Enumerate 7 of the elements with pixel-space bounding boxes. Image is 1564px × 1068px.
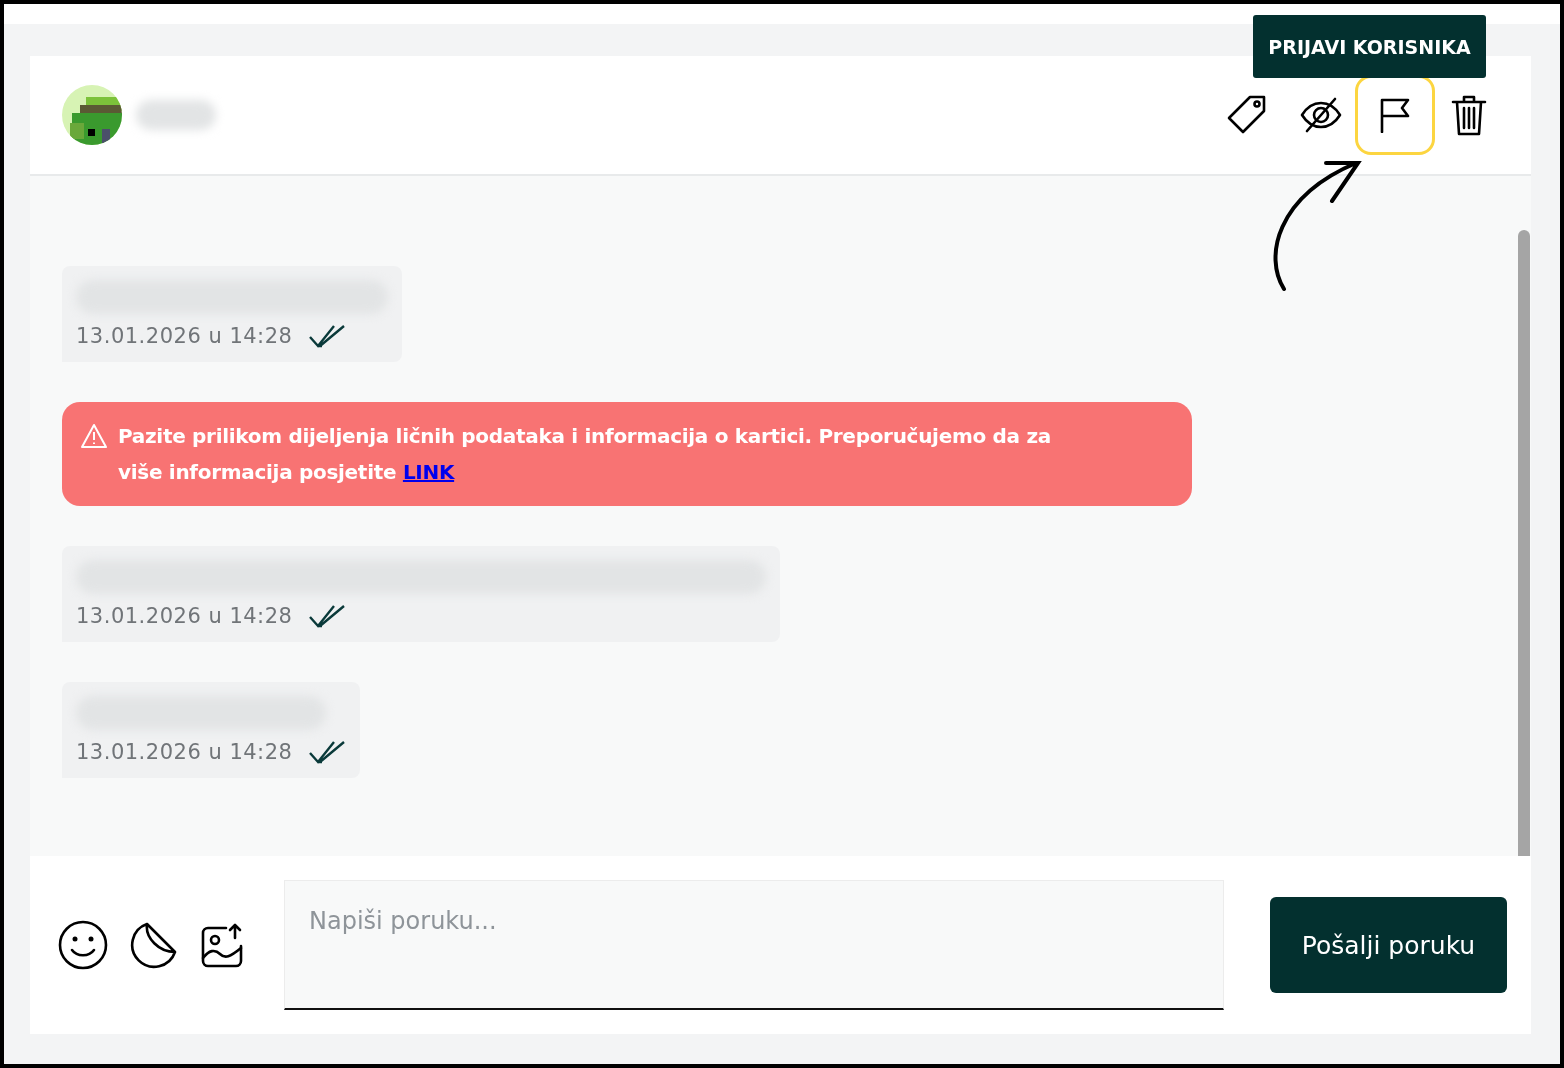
message-time: 13.01.2026 u 14:28	[76, 740, 293, 764]
message-time: 13.01.2026 u 14:28	[76, 604, 293, 628]
warning-text: Pazite prilikom dijeljenja ličnih podataka i informacija o kartici. Preporučujemo da za više informacija posjetite LINK	[118, 423, 1052, 486]
send-button[interactable]: Pošalji poruku	[1270, 897, 1507, 993]
message-field[interactable]: Napiši poruku...	[284, 880, 1224, 1010]
message-time: 13.01.2026 u 14:28	[76, 324, 293, 348]
tooltip: PRIJAVI KORISNIKA	[1253, 15, 1486, 78]
